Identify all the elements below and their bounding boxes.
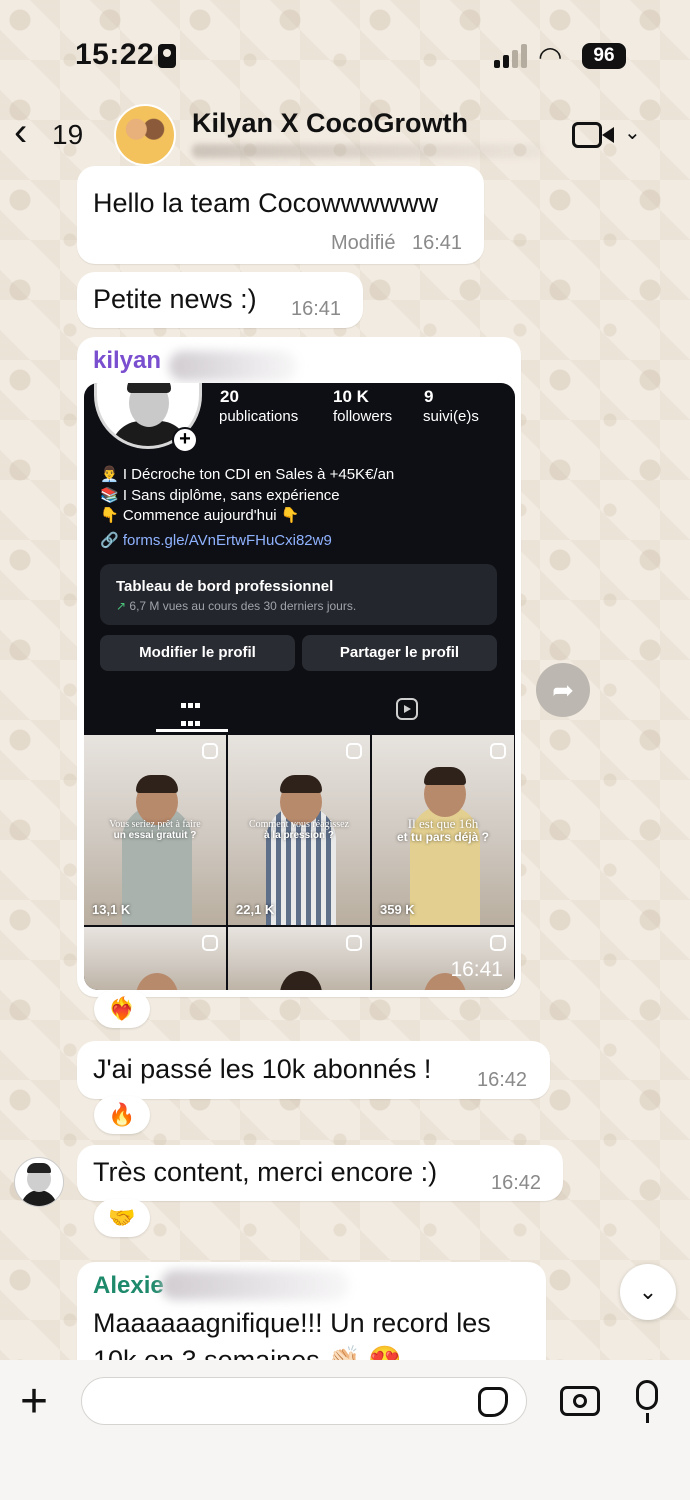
message-text: Maaaaaagnifique!!! Un record les: [93, 1308, 491, 1338]
message-time: 16:41: [412, 232, 463, 254]
reel-icon: [202, 935, 218, 951]
chat-title[interactable]: Kilyan X CocoGrowth: [192, 108, 468, 139]
stat-following-value: 9: [424, 387, 434, 406]
battery-indicator: 96: [582, 43, 626, 69]
edit-profile-button: Modifier le profil: [100, 635, 295, 671]
bio-line: 👨‍💼 I Décroche ton CDI en Sales à +45K€/…: [100, 466, 395, 483]
message-time: 16:41: [291, 298, 342, 320]
message-time: 16:42: [477, 1069, 528, 1091]
sender-name: kilyan: [93, 347, 162, 374]
camera-icon[interactable]: [560, 1386, 600, 1416]
message-bubble[interactable]: J'ai passé les 10k abonnés ! 16:42: [77, 1041, 550, 1099]
message-bubble[interactable]: Hello la team Cocowwwwww Modifié 16:41: [77, 166, 484, 264]
active-tab-underline: [156, 729, 228, 732]
scroll-down-button[interactable]: ⌄: [620, 1264, 676, 1320]
sender-name-blurred: [169, 351, 297, 381]
professional-dashboard: Tableau de bord professionnel ↗ 6,7 M vu…: [100, 564, 497, 625]
reel-views: 13,1 K: [92, 902, 131, 917]
reel-tile: Il est que 16h et tu pars déjà ? 359 K: [372, 735, 514, 925]
signal-icon: [494, 44, 528, 68]
reel-icon: [346, 743, 362, 759]
reel-tile: [84, 927, 226, 990]
dashboard-title: Tableau de bord professionnel: [116, 578, 334, 595]
message-time: 16:41: [450, 958, 503, 981]
add-story-icon: +: [172, 427, 198, 453]
reel-tile: Comment vous réagissez à la pression ? 22…: [228, 735, 370, 925]
reel-tile: Vous seriez prêt à faire un essai gratuit…: [84, 735, 226, 925]
back-chevron-icon[interactable]: ‹: [14, 112, 27, 152]
message-text: J'ai passé les 10k abonnés !: [93, 1054, 432, 1084]
reel-tile: [228, 927, 370, 990]
dashboard-subtitle: ↗ 6,7 M vues au cours des 30 derniers jo…: [116, 599, 357, 613]
status-bar: 15:22 ◠ 96: [0, 0, 690, 100]
status-time: 15:22: [75, 38, 155, 71]
message-text: Hello la team Cocowwwwww: [93, 188, 439, 218]
chat-header: ‹ 19 Kilyan X CocoGrowth ⌄: [0, 100, 690, 172]
sender-name: Alexie: [93, 1272, 164, 1299]
message-time: 16:42: [491, 1172, 542, 1194]
reel-caption: Comment vous réagissez à la pression ?: [249, 819, 349, 841]
chevron-down-icon[interactable]: ⌄: [624, 120, 641, 145]
contact-card-icon: [158, 44, 176, 68]
reel-icon: [490, 935, 506, 951]
stat-followers-value: 10 K: [333, 387, 369, 406]
group-avatar[interactable]: [114, 104, 176, 166]
stat-followers-label: followers: [333, 408, 393, 425]
video-call-icon[interactable]: [572, 120, 620, 150]
microphone-icon[interactable]: [636, 1380, 658, 1423]
share-profile-button: Partager le profil: [302, 635, 497, 671]
bio-link: 🔗 forms.gle/AVnErtwFHuCxi82w9: [100, 532, 332, 549]
reel-caption: Il est que 16h et tu pars déjà ?: [396, 816, 490, 844]
chat-participants-blurred: [192, 144, 542, 158]
trend-up-icon: ↗: [116, 599, 127, 613]
reel-views: 359 K: [380, 902, 415, 917]
reel-icon: [346, 935, 362, 951]
sender-avatar[interactable]: [14, 1157, 64, 1207]
forward-button[interactable]: ➦: [536, 663, 590, 717]
wifi-icon: ◠: [538, 41, 563, 72]
sender-name-blurred: [161, 1270, 349, 1300]
stat-publications-value: 20: [220, 387, 239, 406]
message-bubble[interactable]: Alexie Maaaaaagnifique!!! Un record les …: [77, 1262, 546, 1362]
reel-views: 22,1 K: [236, 902, 275, 917]
reel-icon: [202, 743, 218, 759]
plus-icon[interactable]: +: [20, 1378, 48, 1426]
instagram-profile-screenshot[interactable]: + 20 publications 10 K followers 9 suivi…: [84, 383, 515, 990]
message-text: Très content, merci encore :): [93, 1157, 438, 1187]
reels-tab-icon: [396, 698, 418, 720]
message-reaction[interactable]: ❤️‍🔥: [94, 990, 150, 1028]
bio-link-text: forms.gle/AVnErtwFHuCxi82w9: [122, 532, 332, 549]
stat-following-label: suivi(e)s: [423, 408, 479, 425]
back-unread-count[interactable]: 19: [52, 119, 83, 151]
message-text: Petite news :): [93, 284, 257, 314]
message-bubble[interactable]: Très content, merci encore :) 16:42: [77, 1145, 563, 1201]
stat-publications-label: publications: [219, 408, 299, 425]
reel-icon: [490, 743, 506, 759]
composer-bar: +: [0, 1360, 690, 1500]
reel-caption: Vous seriez prêt à faire un essai gratuit…: [109, 819, 201, 841]
edited-label: Modifié: [331, 232, 396, 254]
message-bubble[interactable]: Petite news :) 16:41: [77, 272, 363, 328]
message-reaction[interactable]: 🤝: [94, 1199, 150, 1237]
bio-line: 📚 I Sans diplôme, sans expérience: [100, 487, 340, 504]
message-reaction[interactable]: 🔥: [94, 1096, 150, 1134]
bio-line: 👇 Commence aujourd'hui 👇: [100, 507, 300, 524]
message-input[interactable]: [81, 1377, 527, 1425]
